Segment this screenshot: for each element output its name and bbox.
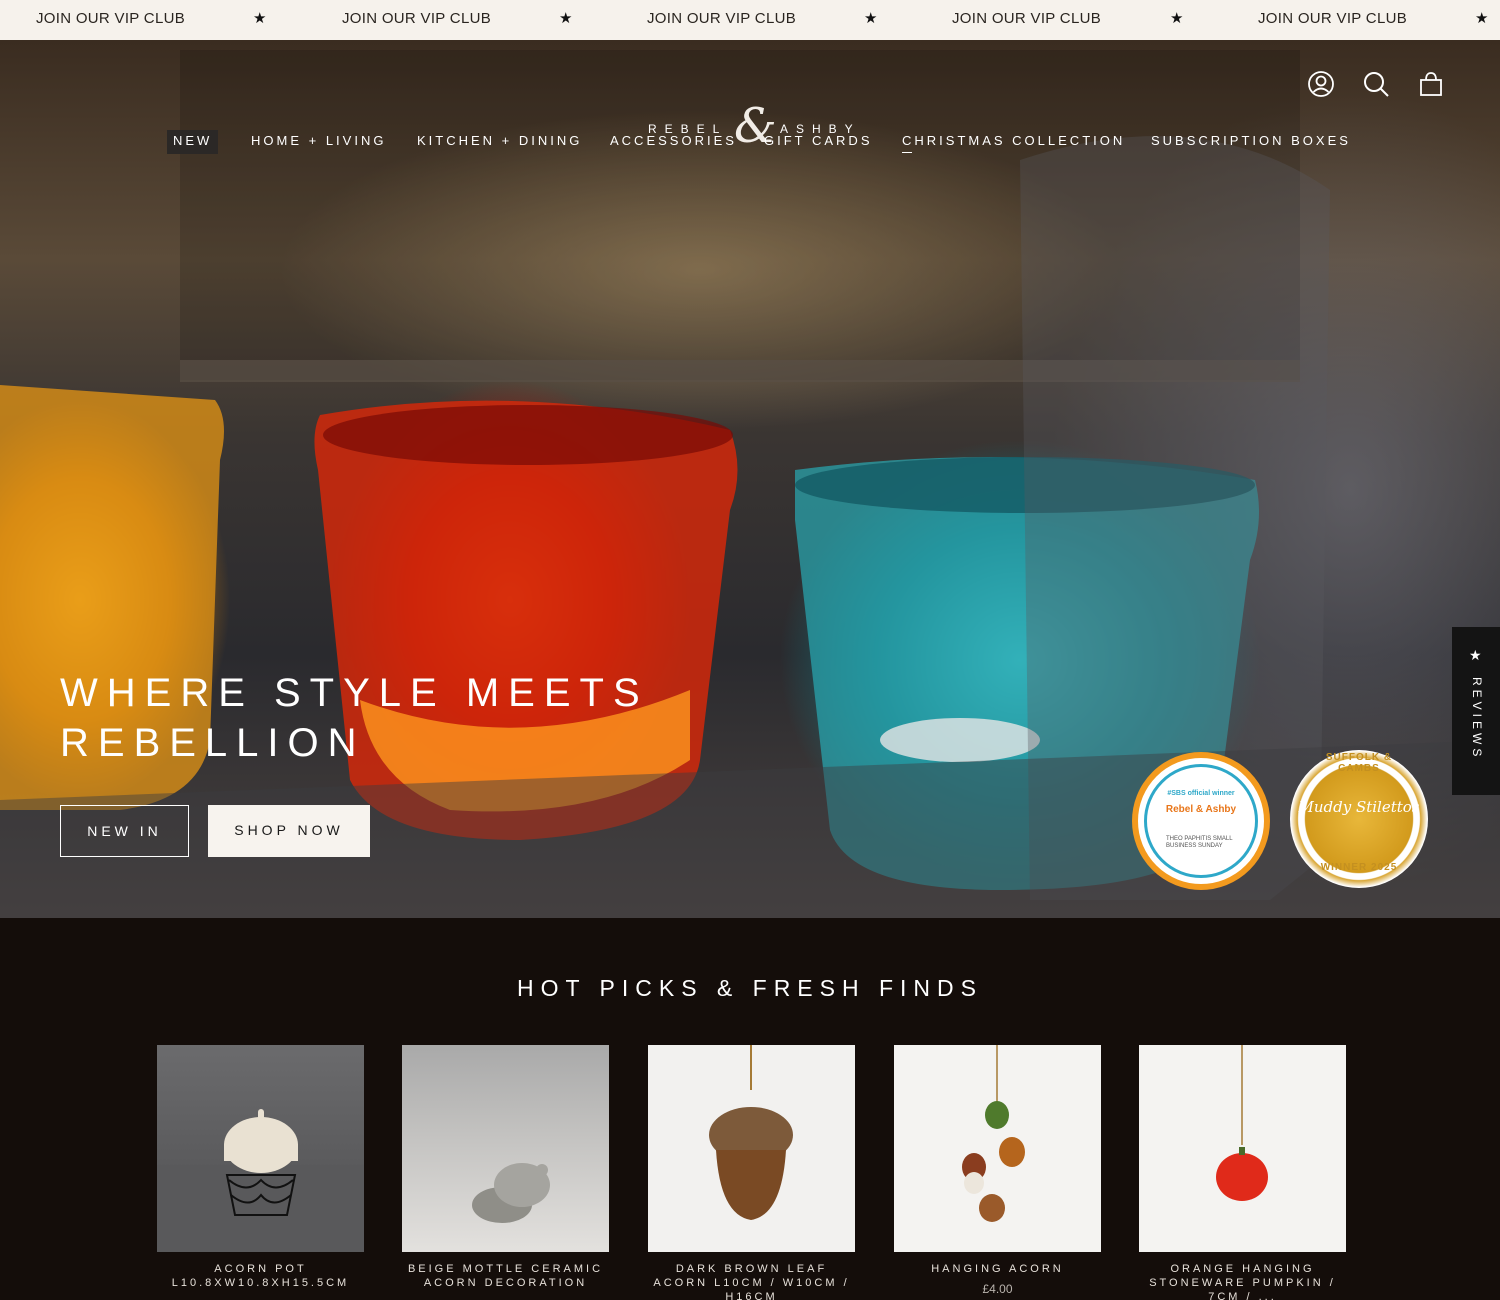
nav-item-gift-cards[interactable]: GIFT CARDS — [764, 130, 873, 154]
muddy-stilettos-badge: SUFFOLK & CAMBS Muddy Stilettos WINNER 2… — [1290, 750, 1428, 888]
product-image[interactable] — [1139, 1045, 1346, 1252]
section-title: HOT PICKS & FRESH FINDS — [516, 975, 983, 1001]
star-icon: ★ — [1469, 647, 1482, 663]
nav-item-subscription-boxes[interactable]: SUBSCRIPTION BOXES — [1151, 130, 1351, 154]
badge-ring — [1144, 764, 1258, 878]
announcement-text[interactable]: JOIN OUR VIP CLUB — [647, 0, 796, 40]
product-card[interactable]: DARK BROWN LEAF ACORN L10CM / W10CM / H1… — [648, 1045, 855, 1300]
acorn-pot-image — [157, 1109, 364, 1252]
announcement-bar: JOIN OUR VIP CLUB ★ JOIN OUR VIP CLUB ★ … — [0, 0, 1500, 40]
product-image[interactable] — [894, 1045, 1101, 1252]
badge-sbs-line3: THEO PAPHITIS SMALL BUSINESS SUNDAY — [1166, 836, 1233, 849]
product-name[interactable]: HANGING ACORN — [894, 1262, 1101, 1276]
hero-title-line1: WHERE STYLE MEETS — [60, 671, 649, 715]
ceramic-acorn-image — [472, 1163, 550, 1223]
new-in-button[interactable]: NEW IN — [60, 805, 189, 857]
reviews-tab[interactable]: ★ REVIEWS — [1452, 627, 1500, 795]
star-icon: ★ — [1475, 10, 1489, 27]
product-name[interactable]: ACORN POT L10.8XW10.8XH15.5CM — [157, 1262, 364, 1290]
star-icon: ★ — [1170, 10, 1184, 27]
product-price: £4.00 — [982, 1282, 1013, 1296]
badge-muddy-middle: Muddy Stilettos — [1298, 798, 1420, 816]
hanging-acorn-image — [962, 1045, 1025, 1222]
search-icon[interactable] — [1362, 70, 1390, 98]
nav-active-underline — [902, 152, 912, 153]
nav-item-new[interactable]: NEW — [167, 130, 219, 154]
sbs-winner-badge: #SBS official winner Rebel & Ashby THEO … — [1132, 752, 1270, 890]
product-image[interactable] — [402, 1045, 609, 1252]
reviews-label: REVIEWS — [1470, 677, 1484, 761]
leaf-acorn-image — [709, 1045, 793, 1220]
announcement-text[interactable]: JOIN OUR VIP CLUB — [1258, 0, 1407, 40]
announcement-text[interactable]: JOIN OUR VIP CLUB — [952, 0, 1101, 40]
product-name[interactable]: DARK BROWN LEAF ACORN L10CM / W10CM / H1… — [648, 1262, 855, 1300]
nav-item-kitchen-dining[interactable]: KITCHEN + DINING — [417, 130, 582, 154]
product-card[interactable]: ORANGE HANGING STONEWARE PUMPKIN / 7CM /… — [1139, 1045, 1346, 1300]
badge-muddy-bottom: WINNER 2025 — [1320, 862, 1398, 873]
nav-item-home-living[interactable]: HOME + LIVING — [251, 130, 386, 154]
nav-item-accessories[interactable]: ACCESSORIES — [610, 130, 737, 154]
pumpkin-image — [1216, 1045, 1268, 1201]
product-image[interactable] — [157, 1045, 364, 1252]
account-icon[interactable] — [1307, 70, 1335, 98]
star-icon: ★ — [864, 10, 878, 27]
cart-icon[interactable] — [1417, 70, 1445, 98]
hero-banner: REBEL & ASHBY NEW HOME + LIVING KITCHEN … — [0, 40, 1500, 918]
hero-image — [0, 50, 1500, 918]
product-name[interactable]: BEIGE MOTTLE CERAMIC ACORN DECORATION — [402, 1262, 609, 1290]
product-card[interactable]: HANGING ACORN £4.00 — [894, 1045, 1101, 1296]
badge-muddy-top: SUFFOLK & CAMBS — [1325, 752, 1393, 774]
star-icon: ★ — [559, 10, 573, 27]
shop-now-button[interactable]: SHOP NOW — [208, 805, 370, 857]
product-card[interactable]: BEIGE MOTTLE CERAMIC ACORN DECORATION — [402, 1045, 609, 1296]
hero-title: WHERE STYLE MEETS REBELLION — [60, 668, 760, 768]
badge-sbs-line1: #SBS official winner — [1167, 790, 1235, 797]
badge-sbs-line2: Rebel & Ashby — [1165, 804, 1237, 815]
nav-item-christmas-collection[interactable]: CHRISTMAS COLLECTION — [902, 130, 1125, 154]
star-icon: ★ — [253, 10, 267, 27]
product-card[interactable]: ACORN POT L10.8XW10.8XH15.5CM — [157, 1045, 364, 1296]
announcement-text[interactable]: JOIN OUR VIP CLUB — [36, 0, 185, 40]
announcement-text[interactable]: JOIN OUR VIP CLUB — [342, 0, 491, 40]
hero-title-line2: REBELLION — [60, 721, 366, 765]
product-name[interactable]: ORANGE HANGING STONEWARE PUMPKIN / 7CM /… — [1139, 1262, 1346, 1300]
product-image[interactable] — [648, 1045, 855, 1252]
